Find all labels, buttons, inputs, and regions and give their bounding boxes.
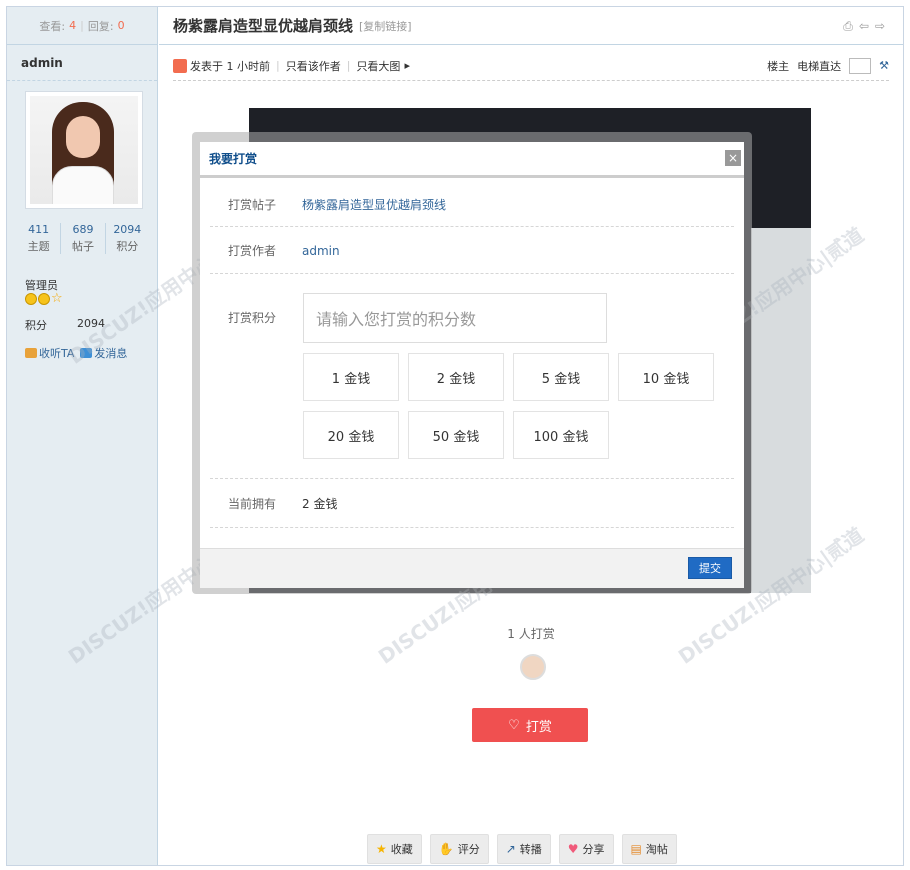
reward-points-label: 打赏积分 <box>228 311 277 325</box>
reward-count: 1 人打赏 <box>507 627 555 641</box>
reward-post-link[interactable]: 杨紫露肩造型显优越肩颈线 <box>302 196 446 213</box>
floor-tools: 楼主 电梯直达 ⚒ <box>767 57 889 74</box>
reward-button-label: 打赏 <box>525 719 552 735</box>
stat-label: 积分 <box>116 240 139 253</box>
heart-icon: ♥ <box>567 842 579 856</box>
title-tools: ⎙ ⇦ ⇨ <box>843 19 885 34</box>
stat-value: 411 <box>28 223 50 236</box>
amount-option[interactable]: 20 金钱 <box>303 411 399 459</box>
close-icon[interactable]: × <box>725 150 741 166</box>
copy-link[interactable]: [复制链接] <box>359 18 412 34</box>
action-label: 分享 <box>582 843 605 856</box>
print-icon[interactable]: ⎙ <box>843 19 853 34</box>
post-actions: ★ 收藏 ✋ 评分 ↗ 转播 ♥ 分享 ▤ 淘帖 <box>367 834 677 864</box>
points-label: 积分 <box>25 319 47 332</box>
amount-option[interactable]: 50 金钱 <box>408 411 504 459</box>
star-icon: ★ <box>376 842 387 856</box>
triangle-right-icon: ▸ <box>404 59 410 72</box>
balance-label: 当前拥有 <box>228 497 277 511</box>
share-out-icon: ↗ <box>505 842 516 856</box>
only-big-image-link[interactable]: 只看大图 <box>356 58 400 74</box>
user-icon <box>173 58 187 73</box>
modal-title: 我要打赏 <box>200 142 744 178</box>
stat-posts[interactable]: 689 帖子 <box>61 223 106 254</box>
reward-button[interactable]: ♡ 打赏 <box>472 708 588 742</box>
message-label: 发消息 <box>94 347 128 360</box>
stat-value: 689 <box>72 223 94 236</box>
avatar-image <box>30 96 138 204</box>
amount-option[interactable]: 1 金钱 <box>303 353 399 401</box>
reward-post-row: 打赏帖子 杨紫露肩造型显优越肩颈线 <box>210 182 734 227</box>
floor-input[interactable] <box>849 57 872 74</box>
stat-credits[interactable]: 2094 积分 <box>106 223 149 254</box>
smiley-icon <box>38 293 50 305</box>
replies-count: 0 <box>117 19 125 32</box>
collect-button[interactable]: ▤ 淘帖 <box>621 834 677 864</box>
thread-title-bar: 杨紫露肩造型显优越肩颈线 [复制链接] <box>159 7 903 45</box>
favorite-button[interactable]: ★ 收藏 <box>367 834 422 864</box>
repost-button[interactable]: ↗ 转播 <box>496 834 551 864</box>
rewarder-avatar[interactable] <box>520 654 546 680</box>
follow-link[interactable]: 收听TA <box>25 345 74 361</box>
wrench-icon[interactable]: ⚒ <box>879 59 889 72</box>
modal-footer: 提交 <box>200 548 744 588</box>
view-reply-stats: 查看: 4 | 回复: 0 <box>7 7 157 45</box>
amount-option[interactable]: 100 金钱 <box>513 411 609 459</box>
views-count: 4 <box>69 19 77 32</box>
heart-icon: ♡ <box>508 717 520 733</box>
reward-amount-input[interactable]: 请输入您打赏的积分数 <box>303 293 607 343</box>
only-author-link[interactable]: 只看该作者 <box>286 58 341 74</box>
divider: | <box>80 19 84 32</box>
smiley-icon <box>25 293 37 305</box>
replies-label: 回复: <box>87 19 114 33</box>
message-link[interactable]: 发消息 <box>80 345 127 361</box>
stat-label: 帖子 <box>71 240 94 253</box>
rate-button[interactable]: ✋ 评分 <box>429 834 489 864</box>
floor-label: 楼主 <box>767 59 790 73</box>
share-button[interactable]: ♥ 分享 <box>558 834 614 864</box>
avatar[interactable] <box>25 91 143 209</box>
action-label: 评分 <box>457 843 480 856</box>
post-time: 发表于 1 小时前 <box>190 59 270 73</box>
balance-value: 2 金钱 <box>302 497 338 511</box>
points-row: 积分 2094 <box>25 317 105 333</box>
envelope-icon <box>80 348 93 358</box>
reward-author-row: 打赏作者 admin <box>210 228 734 274</box>
author-stats: 411 主题 689 帖子 2094 积分 <box>17 223 149 254</box>
amount-option[interactable]: 10 金钱 <box>618 353 714 401</box>
star-icon: ☆ <box>51 291 63 306</box>
stat-threads[interactable]: 411 主题 <box>17 223 62 254</box>
reward-author-label: 打赏作者 <box>228 244 277 258</box>
follow-label: 收听TA <box>39 347 75 360</box>
stat-value: 2094 <box>113 223 142 236</box>
elevator-label: 电梯直达 <box>797 59 842 73</box>
prev-thread-icon[interactable]: ⇦ <box>859 19 869 34</box>
balance-row: 当前拥有 2 金钱 <box>210 480 734 528</box>
reward-modal: 我要打赏 × 打赏帖子 杨紫露肩造型显优越肩颈线 打赏作者 admin 打赏积分… <box>200 142 744 588</box>
reward-author-link[interactable]: admin <box>302 244 340 258</box>
thread-title: 杨紫露肩造型显优越肩颈线 <box>173 17 354 35</box>
collection-icon: ▤ <box>630 842 642 856</box>
views-label: 查看: <box>39 19 66 33</box>
next-thread-icon[interactable]: ⇨ <box>875 19 885 34</box>
stat-label: 主题 <box>27 240 50 253</box>
action-label: 收藏 <box>390 843 413 856</box>
follow-icon <box>25 348 37 358</box>
photo-background <box>751 228 811 593</box>
reward-post-label: 打赏帖子 <box>228 197 277 212</box>
author-links: 收听TA 发消息 <box>25 345 127 361</box>
amount-option[interactable]: 2 金钱 <box>408 353 504 401</box>
thumb-icon: ✋ <box>438 842 454 856</box>
amount-option[interactable]: 5 金钱 <box>513 353 609 401</box>
submit-button[interactable]: 提交 <box>688 557 732 579</box>
action-label: 淘帖 <box>645 843 668 856</box>
divider: | <box>346 59 351 72</box>
divider: | <box>276 59 280 72</box>
rank-icons: ☆ <box>25 291 63 306</box>
action-label: 转播 <box>519 843 542 856</box>
post-info-bar: 发表于 1 小时前 | 只看该作者 | 只看大图 ▸ 楼主 电梯直达 ⚒ <box>173 51 889 81</box>
author-sidebar: 查看: 4 | 回复: 0 admin 411 主题 689 帖子 2094 积… <box>7 7 158 865</box>
author-name[interactable]: admin <box>7 45 157 81</box>
points-value: 2094 <box>77 317 105 330</box>
